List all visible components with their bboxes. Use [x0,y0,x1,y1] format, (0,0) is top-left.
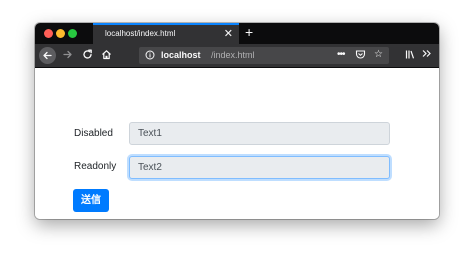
close-window-button[interactable] [44,29,53,38]
submit-button[interactable]: 送信 [73,189,109,212]
tab-localhost[interactable]: localhost/index.html ✕ [93,23,239,44]
nav-toolbar: localhost /index.html ••• ☆ [35,44,439,68]
tab-close-icon[interactable]: ✕ [224,27,233,41]
disabled-input[interactable] [129,122,390,145]
back-button[interactable] [39,47,56,64]
info-icon[interactable] [145,50,155,60]
forward-button[interactable] [62,49,73,63]
tab-strip: localhost/index.html ✕ + [35,23,439,44]
bookmark-star-icon[interactable]: ☆ [374,48,383,62]
overflow-button[interactable] [421,48,432,62]
back-icon [43,51,52,60]
overflow-icon [422,50,431,57]
library-icon [405,50,415,59]
more-icon[interactable]: ••• [337,48,345,62]
page-content: Disabled Readonly 送信 [35,68,439,219]
home-icon [102,50,111,60]
disabled-label: Disabled [74,128,113,139]
reload-button[interactable] [82,49,93,63]
minimize-window-button[interactable] [56,29,65,38]
readonly-input[interactable] [129,156,390,179]
url-host: localhost [161,50,201,60]
readonly-label: Readonly [74,161,117,172]
tab-title: localhost/index.html [105,29,176,38]
forward-icon [63,50,72,59]
new-tab-button[interactable]: + [245,24,253,41]
browser-window: localhost/index.html ✕ + localhost /inde… [35,23,439,219]
zoom-window-button[interactable] [68,29,77,38]
home-button[interactable] [101,49,112,63]
url-path: /index.html [211,50,255,60]
pocket-icon[interactable] [355,48,366,65]
reload-icon [83,49,92,59]
url-bar[interactable]: localhost /index.html ••• ☆ [139,47,389,64]
library-button[interactable] [405,49,416,63]
